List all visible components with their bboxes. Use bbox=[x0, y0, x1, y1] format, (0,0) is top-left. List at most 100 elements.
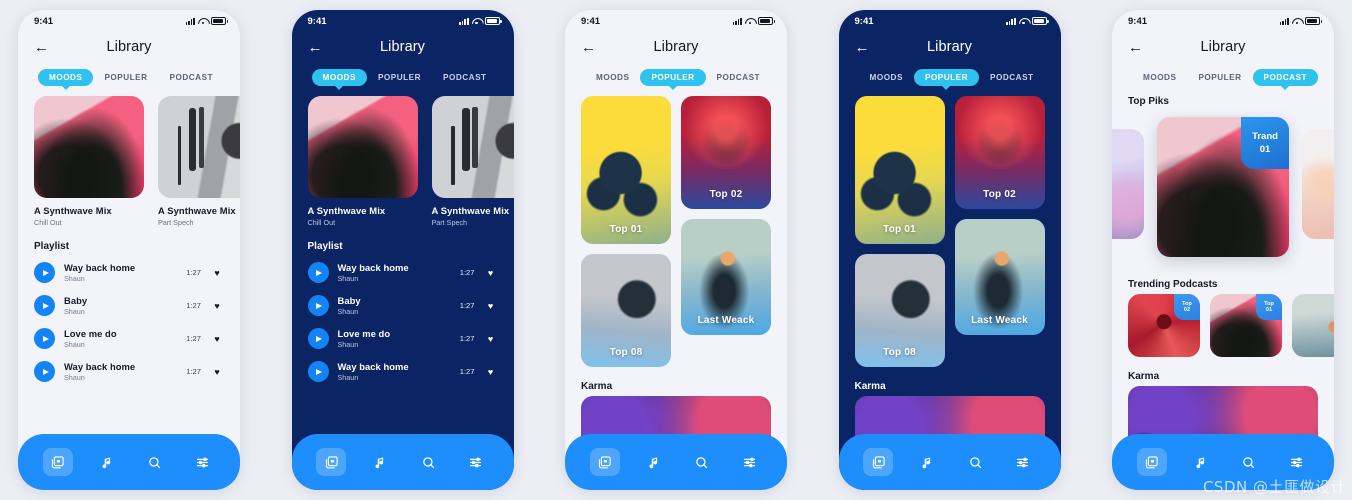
tab-podcast[interactable]: PODCAST bbox=[979, 69, 1045, 86]
back-arrow-icon[interactable]: ← bbox=[581, 40, 596, 55]
back-arrow-icon[interactable]: ← bbox=[855, 40, 870, 55]
nav-search[interactable] bbox=[962, 449, 988, 475]
tab-podcast[interactable]: PODCAST bbox=[1252, 69, 1319, 86]
bottom-navigation bbox=[565, 434, 787, 490]
popular-card-label: Top 08 bbox=[609, 347, 643, 358]
carousel-slide-active[interactable]: Trand 01 bbox=[1157, 117, 1289, 257]
tab-podcast[interactable]: PODCAST bbox=[159, 69, 225, 86]
nav-settings[interactable] bbox=[189, 449, 215, 475]
podcast-card[interactable]: Top 02 bbox=[1128, 294, 1200, 357]
podcast-badge: Top 02 bbox=[1174, 294, 1200, 320]
mood-card[interactable]: A Synthwave Mix Chill Out bbox=[34, 96, 144, 227]
heart-icon[interactable]: ♥ bbox=[210, 268, 224, 278]
heart-icon[interactable]: ♥ bbox=[484, 367, 498, 377]
heart-icon[interactable]: ♥ bbox=[210, 334, 224, 344]
play-icon[interactable] bbox=[307, 361, 329, 382]
tab-podcast[interactable]: PODCAST bbox=[432, 69, 498, 86]
nav-library[interactable] bbox=[1136, 448, 1167, 476]
track-row[interactable]: Way back home Shaun 1:27 ♥ bbox=[292, 355, 514, 388]
mood-card[interactable]: A Synthwave Mix Part Spech bbox=[431, 96, 514, 227]
tab-moods[interactable]: MOODS bbox=[859, 69, 914, 86]
popular-card[interactable]: Top 01 bbox=[854, 96, 945, 244]
nav-settings[interactable] bbox=[463, 449, 489, 475]
mood-artwork bbox=[158, 96, 240, 198]
phone-4: 9:41 ← Library MOODS POPULER PODCAST Top 01 Top… bbox=[838, 10, 1061, 490]
status-indicators bbox=[732, 17, 775, 25]
nav-search[interactable] bbox=[1236, 449, 1262, 475]
tab-moods[interactable]: MOODS bbox=[311, 69, 367, 86]
popular-card[interactable]: Top 02 bbox=[954, 96, 1045, 209]
track-duration: 1:27 bbox=[186, 268, 201, 277]
track-row[interactable]: Baby Shaun 1:27 ♥ bbox=[292, 289, 514, 322]
play-icon[interactable] bbox=[307, 262, 329, 283]
heart-icon[interactable]: ♥ bbox=[210, 301, 224, 311]
app-bar: ← Library bbox=[292, 32, 514, 62]
nav-music[interactable] bbox=[368, 449, 394, 475]
nav-music[interactable] bbox=[94, 449, 120, 475]
tab-podcast[interactable]: PODCAST bbox=[706, 69, 772, 86]
track-row[interactable]: Way back home Shaun 1:27 ♥ bbox=[18, 256, 240, 289]
music-note-icon bbox=[373, 455, 388, 470]
track-row[interactable]: Love me do Shaun 1:27 ♥ bbox=[292, 322, 514, 355]
nav-settings[interactable] bbox=[736, 449, 762, 475]
nav-library[interactable] bbox=[42, 448, 73, 476]
track-name: Way back home bbox=[64, 361, 136, 372]
play-icon[interactable] bbox=[307, 328, 329, 349]
popular-card-label: Top 02 bbox=[983, 189, 1016, 200]
nav-settings[interactable] bbox=[1283, 449, 1309, 475]
play-icon[interactable] bbox=[34, 262, 55, 283]
nav-music[interactable] bbox=[641, 449, 667, 475]
track-row[interactable]: Baby Shaun 1:27 ♥ bbox=[18, 289, 240, 322]
nav-search[interactable] bbox=[142, 449, 168, 475]
popular-card[interactable]: Last Weack bbox=[681, 219, 771, 335]
tab-populer[interactable]: POPULER bbox=[93, 69, 158, 86]
tab-moods[interactable]: MOODS bbox=[38, 69, 94, 86]
back-arrow-icon[interactable]: ← bbox=[34, 40, 49, 55]
heart-icon[interactable]: ♥ bbox=[484, 301, 498, 311]
nav-library[interactable] bbox=[863, 448, 894, 476]
back-arrow-icon[interactable]: ← bbox=[1128, 40, 1143, 55]
podcast-card[interactable]: Top 01 bbox=[1210, 294, 1282, 357]
play-icon[interactable] bbox=[34, 295, 55, 316]
tab-populer[interactable]: POPULER bbox=[367, 69, 432, 86]
nav-library[interactable] bbox=[316, 448, 347, 476]
mood-card[interactable]: A Synthwave Mix Chill Out bbox=[307, 96, 418, 227]
mood-card[interactable]: A Synthwave Mix Part Spech bbox=[158, 96, 240, 227]
carousel-slide-next[interactable] bbox=[1302, 129, 1334, 239]
popular-card[interactable]: Top 08 bbox=[581, 254, 671, 367]
mood-artwork bbox=[307, 96, 418, 198]
heart-icon[interactable]: ♥ bbox=[484, 268, 498, 278]
track-row[interactable]: Way back home Shaun 1:27 ♥ bbox=[18, 355, 240, 388]
back-arrow-icon[interactable]: ← bbox=[308, 40, 323, 55]
heart-icon[interactable]: ♥ bbox=[210, 367, 224, 377]
nav-music[interactable] bbox=[915, 449, 941, 475]
play-icon[interactable] bbox=[34, 328, 55, 349]
track-row[interactable]: Love me do Shaun 1:27 ♥ bbox=[18, 322, 240, 355]
popular-card[interactable]: Top 01 bbox=[581, 96, 671, 244]
nav-search[interactable] bbox=[689, 449, 715, 475]
play-icon[interactable] bbox=[307, 295, 329, 316]
tab-populer[interactable]: POPULER bbox=[913, 69, 980, 86]
popular-card[interactable]: Top 08 bbox=[854, 254, 945, 367]
page-title: Library bbox=[379, 39, 426, 55]
popular-card[interactable]: Top 02 bbox=[681, 96, 771, 209]
music-note-icon bbox=[1194, 455, 1209, 470]
moods-content: A Synthwave Mix Chill Out A Synthwave Mix P… bbox=[292, 86, 514, 468]
popular-grid: Top 01 Top 08 Top 02 Last Weack bbox=[565, 96, 787, 367]
track-row[interactable]: Way back home Shaun 1:27 ♥ bbox=[292, 256, 514, 289]
tab-populer[interactable]: POPULER bbox=[640, 69, 706, 86]
nav-music[interactable] bbox=[1188, 449, 1214, 475]
carousel-slide-prev[interactable] bbox=[1112, 129, 1144, 239]
tab-moods[interactable]: MOODS bbox=[1132, 69, 1187, 86]
status-indicators bbox=[459, 17, 502, 25]
nav-library[interactable] bbox=[589, 448, 620, 476]
heart-icon[interactable]: ♥ bbox=[484, 334, 498, 344]
tab-populer[interactable]: POPULER bbox=[1187, 69, 1252, 86]
play-icon[interactable] bbox=[34, 361, 55, 382]
music-note-icon bbox=[100, 455, 115, 470]
nav-settings[interactable] bbox=[1010, 449, 1036, 475]
podcast-card[interactable] bbox=[1292, 294, 1334, 357]
tab-moods[interactable]: MOODS bbox=[585, 69, 640, 86]
popular-card[interactable]: Last Weack bbox=[954, 219, 1045, 335]
nav-search[interactable] bbox=[415, 449, 441, 475]
